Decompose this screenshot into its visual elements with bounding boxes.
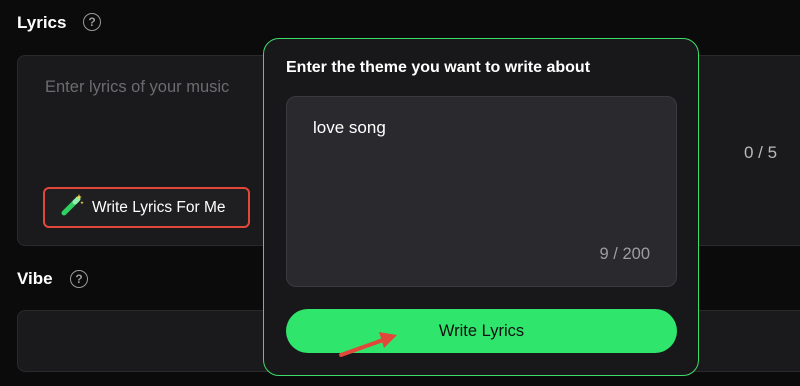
lyrics-placeholder: Enter lyrics of your music [45, 78, 230, 96]
annotation-arrow-icon [339, 332, 397, 357]
theme-char-counter: 9 / 200 [599, 245, 650, 263]
magic-wand-icon [60, 193, 84, 222]
theme-popover: Enter the theme you want to write about … [263, 38, 699, 376]
lyrics-char-count: 0 / 5 [744, 143, 778, 162]
question-circle-icon[interactable]: ? [70, 270, 88, 288]
vibe-label: Vibe [17, 269, 53, 288]
theme-value: love song [313, 118, 386, 137]
popover-title: Enter the theme you want to write about [286, 59, 591, 76]
write-lyrics-for-me-label: Write Lyrics For Me [92, 198, 226, 216]
theme-textarea[interactable]: love song 9 / 200 [286, 96, 677, 287]
write-lyrics-for-me-button[interactable]: Write Lyrics For Me [43, 187, 250, 228]
question-circle-icon[interactable]: ? [83, 13, 101, 31]
lyrics-label: Lyrics [17, 13, 67, 32]
